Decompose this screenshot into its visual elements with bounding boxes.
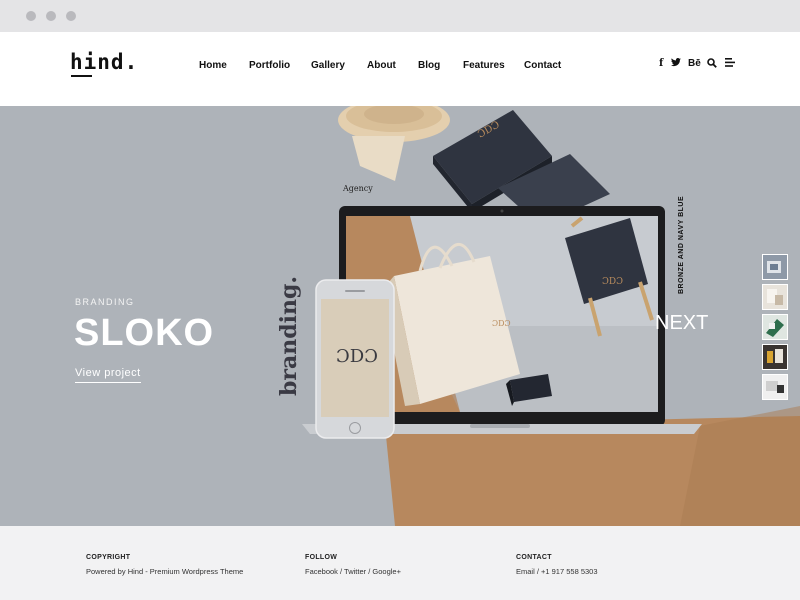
svg-text:ƆDƆ: ƆDƆ (492, 319, 511, 328)
vertical-branding-text: branding. (276, 275, 302, 396)
nav-portfolio[interactable]: Portfolio (249, 60, 290, 71)
svg-text:ƆDƆ: ƆDƆ (336, 346, 378, 367)
site-header: hind. Home Portfolio Gallery About Blog … (0, 32, 800, 106)
thumbnail-1[interactable] (762, 254, 788, 280)
thumbnail-5[interactable] (762, 374, 788, 400)
vertical-color-note: BRONZE AND NAVY BLUE (678, 195, 685, 294)
nav-gallery[interactable]: Gallery (311, 60, 345, 71)
twitter-icon[interactable] (671, 58, 681, 69)
footer-copyright-heading: COPYRIGHT (86, 554, 131, 561)
behance-icon[interactable]: Bē (688, 58, 701, 69)
hero-title: SLOKO (74, 312, 215, 354)
nav-features[interactable]: Features (463, 60, 505, 71)
thumbnail-4[interactable] (762, 344, 788, 370)
hero-slider: ƆDƆ ƆDƆ ƆDƆ ƆDƆ Agency branding. BRONZE … (0, 106, 800, 526)
nav-home[interactable]: Home (199, 60, 227, 71)
footer-contact: CONTACT Email / +1 917 558 5303 (516, 554, 598, 576)
hero-kicker: BRANDING (75, 297, 135, 307)
nav-contact[interactable]: Contact (524, 60, 561, 71)
footer-follow-heading: FOLLOW (305, 554, 338, 561)
nav-about[interactable]: About (367, 60, 396, 71)
logo-underline (71, 75, 92, 77)
thumbnail-2[interactable] (762, 284, 788, 310)
footer-follow: FOLLOW Facebook / Twitter / Google+ (305, 554, 401, 576)
window-minimize-dot[interactable] (46, 11, 56, 21)
agency-label: Agency (343, 184, 373, 193)
site-footer: COPYRIGHT Powered by Hind - Premium Word… (0, 526, 800, 600)
footer-follow-links[interactable]: Facebook / Twitter / Google+ (305, 567, 401, 576)
footer-contact-heading: CONTACT (516, 554, 552, 561)
next-slide-button[interactable]: NEXT (655, 312, 708, 335)
browser-chrome (0, 0, 800, 32)
svg-text:ƆDƆ: ƆDƆ (602, 277, 623, 287)
site-logo[interactable]: hind. (70, 50, 138, 74)
search-icon[interactable] (707, 58, 717, 71)
footer-contact-text[interactable]: Email / +1 917 558 5303 (516, 567, 598, 576)
menu-icon[interactable] (725, 58, 735, 70)
footer-copyright: COPYRIGHT Powered by Hind - Premium Word… (86, 554, 243, 576)
nav-blog[interactable]: Blog (418, 60, 440, 71)
window-close-dot[interactable] (26, 11, 36, 21)
view-project-link[interactable]: View project (75, 367, 141, 383)
thumbnail-3[interactable] (762, 314, 788, 340)
facebook-icon[interactable]: f (659, 58, 663, 69)
window-zoom-dot[interactable] (66, 11, 76, 21)
footer-copyright-text[interactable]: Powered by Hind - Premium Wordpress Them… (86, 567, 243, 576)
